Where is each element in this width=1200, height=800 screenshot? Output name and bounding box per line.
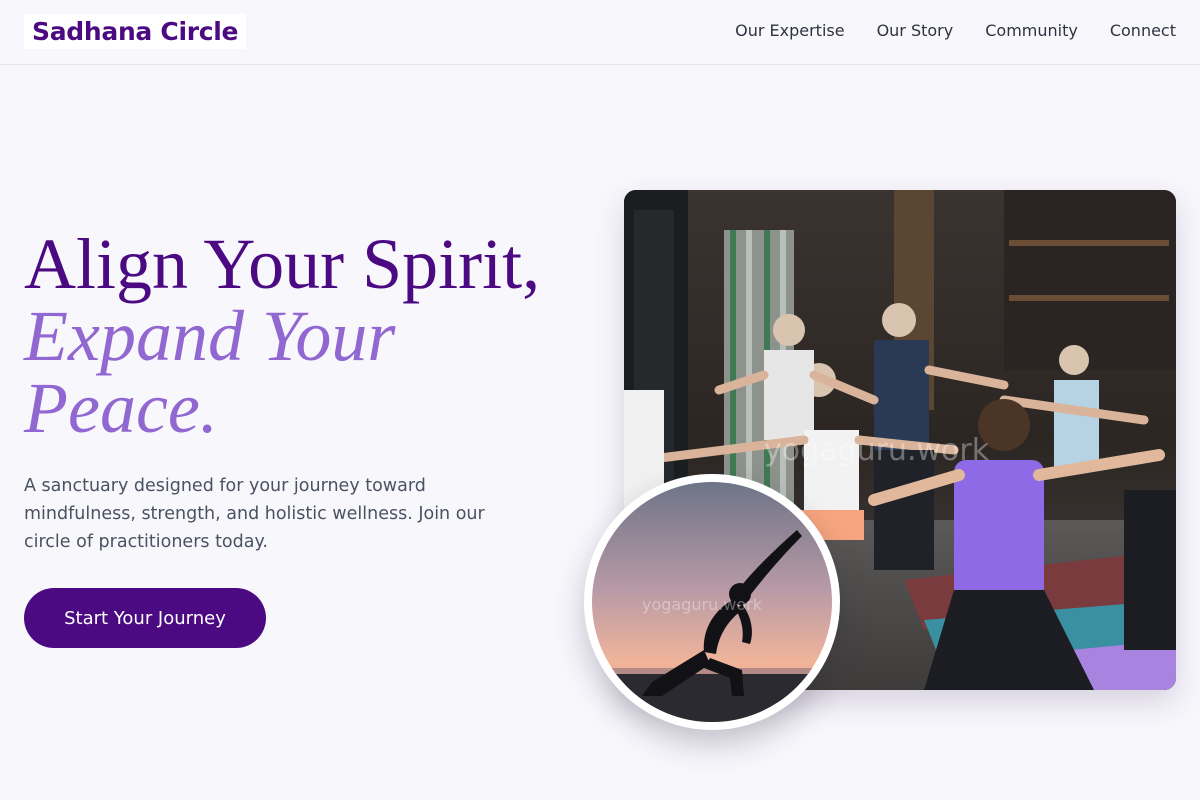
nav-our-expertise[interactable]: Our Expertise	[735, 20, 844, 42]
hero-title-line1: Align Your Spirit,	[24, 224, 541, 304]
start-journey-button[interactable]: Start Your Journey	[24, 588, 266, 648]
nav-connect[interactable]: Connect	[1110, 20, 1176, 42]
nav-our-story[interactable]: Our Story	[877, 20, 954, 42]
hero-title: Align Your Spirit, Expand Your Peace.	[24, 228, 584, 444]
hero-description: A sanctuary designed for your journey to…	[24, 476, 485, 552]
nav-community[interactable]: Community	[985, 20, 1078, 42]
logo[interactable]: Sadhana Circle	[24, 14, 247, 49]
main-nav: Our Expertise Our Story Community Connec…	[735, 20, 1176, 42]
solo-yoga-photo: yogaguru.work	[584, 474, 840, 730]
hero-title-line2: Expand Your Peace.	[24, 296, 396, 448]
main-photo-watermark: yogaguru.work	[764, 433, 990, 468]
circle-photo-watermark: yogaguru.work	[642, 595, 763, 614]
site-header: Sadhana Circle Our Expertise Our Story C…	[0, 0, 1200, 65]
